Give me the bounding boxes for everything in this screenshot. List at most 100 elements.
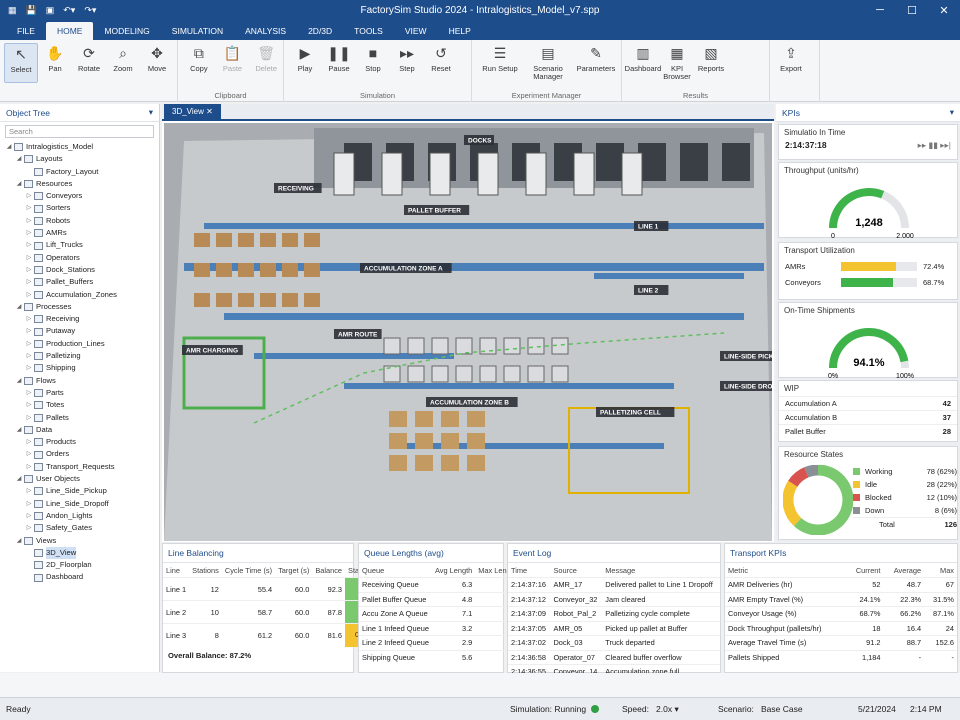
open-icon[interactable]: ▣ [46,5,55,16]
conveyor[interactable] [224,313,744,320]
truck[interactable] [429,152,451,196]
pane-menu-icon[interactable]: ▾ [950,107,954,118]
chevron-down-icon[interactable]: ◢ [14,301,24,313]
column-header[interactable]: Source [550,563,602,578]
table-row[interactable]: Average Travel Time (s) 91.2 88.7 152.6 [725,635,957,650]
column-header[interactable]: Message [602,563,720,578]
pallet[interactable] [194,233,210,247]
dock-door[interactable] [722,143,750,181]
column-header[interactable]: Time [508,563,550,578]
chevron-right-icon[interactable]: ▷ [24,264,34,276]
dock-door[interactable] [680,143,708,181]
table-row[interactable]: AMR Empty Travel (%) 24.1% 22.3% 31.5% [725,591,957,607]
pallet[interactable] [441,411,459,427]
tree-node[interactable]: ▷ Parts [0,387,159,399]
chevron-right-icon[interactable]: ▷ [24,338,34,350]
scenario-manager-button[interactable]: ▤ Scenario Manager [524,43,572,81]
chevron-right-icon[interactable]: ▷ [24,202,34,214]
menu-file[interactable]: FILE [6,22,46,40]
tree-node[interactable]: ▷ Totes [0,399,159,411]
menu-tools[interactable]: TOOLS [343,22,394,40]
pallet[interactable] [238,293,254,307]
tree-node[interactable]: ▷ Shipping [0,362,159,374]
tree-node[interactable]: ▷ Dock_Stations [0,264,159,276]
pallet[interactable] [260,293,276,307]
truck[interactable] [525,152,547,196]
table-row[interactable]: 2:14:37:12 Conveyor_32 Jam cleared [508,591,720,607]
3d-scene[interactable]: DOCKS RECEIVING PALLET BUFFER LINE 1 ACCUMUL… [164,123,772,541]
chevron-right-icon[interactable]: ▷ [24,498,34,510]
column-header[interactable]: Metric [725,563,846,578]
table-row[interactable]: 2:14:36:58 Operator_07 Cleared buffer over… [508,649,720,665]
select-button[interactable]: ↖ Select [4,43,38,83]
menu-2d3d[interactable]: 2D/3D [297,22,343,40]
conveyor[interactable] [344,383,674,389]
tree-node[interactable]: ▷ Safety_Gates [0,522,159,534]
tree-node[interactable]: ◢ Data [0,424,159,436]
column-header[interactable]: Target (s) [275,563,312,578]
tree-node[interactable]: ◢ Layouts [0,153,159,165]
menu-help[interactable]: HELP [438,22,482,40]
delete-button[interactable]: 🗑 Delete [249,43,283,73]
tree-search-input[interactable]: Search [5,125,154,138]
tree-node[interactable]: Dashboard [0,571,159,583]
parameters-button[interactable]: ✎ Parameters [572,43,620,73]
accumulation-station[interactable] [527,337,545,355]
chevron-right-icon[interactable]: ▷ [24,362,34,374]
column-header[interactable]: Balance [312,563,345,578]
tree-node[interactable]: ▷ Robots [0,215,159,227]
table-row[interactable]: AMR Deliveries (hr) 52 48.7 67 [725,577,957,592]
table-row[interactable]: Receiving Queue6.318 [359,577,520,592]
pallet[interactable] [238,263,254,277]
menu-view[interactable]: VIEW [394,22,438,40]
pallet[interactable] [389,411,407,427]
pallet[interactable] [467,411,485,427]
chevron-right-icon[interactable]: ▷ [24,510,34,522]
accumulation-station[interactable] [407,365,425,383]
chevron-right-icon[interactable]: ▷ [24,313,34,325]
kpi-browser-button[interactable]: ▦ KPI Browser [660,43,694,81]
pallet[interactable] [238,233,254,247]
accumulation-station[interactable] [455,337,473,355]
copy-button[interactable]: ⧉ Copy [182,43,216,73]
tree-node[interactable]: Factory_Layout [0,166,159,178]
pallet[interactable] [441,433,459,449]
table-row[interactable]: Conveyor Usage (%) 68.7% 66.2% 87.1% [725,606,957,621]
step-button[interactable]: ▸▸ Step [390,43,424,73]
truck[interactable] [381,152,403,196]
accumulation-station[interactable] [383,365,401,383]
pallet[interactable] [415,455,433,471]
rotate-button[interactable]: ⟳ Rotate [72,43,106,73]
accumulation-station[interactable] [479,365,497,383]
chevron-right-icon[interactable]: ▷ [24,522,34,534]
chevron-right-icon[interactable]: ▷ [24,215,34,227]
truck[interactable] [621,152,643,196]
tree-node[interactable]: 3D_View [0,546,159,560]
pallet[interactable] [260,263,276,277]
chevron-down-icon[interactable]: ◢ [14,424,24,436]
column-header[interactable]: Current [846,563,883,578]
chevron-right-icon[interactable]: ▷ [24,276,34,288]
close-icon[interactable]: ✕ [928,0,960,20]
pallet[interactable] [216,263,232,277]
pallet[interactable] [260,233,276,247]
run-setup-button[interactable]: ☰ Run Setup [476,43,524,73]
tree-node[interactable]: ◢ Processes [0,301,159,313]
redo-icon[interactable]: ↷▾ [84,5,96,16]
tree-node[interactable]: ▷ Operators [0,252,159,264]
pallet[interactable] [194,263,210,277]
column-header[interactable]: Line [163,563,189,578]
tree-node[interactable]: ▷ Transport_Requests [0,461,159,473]
chevron-right-icon[interactable]: ▷ [24,461,34,473]
export-button[interactable]: ⇪ Export [774,43,808,73]
tree-node[interactable]: ▷ Sorters [0,202,159,214]
column-header[interactable]: Avg Length [432,563,475,578]
pallet[interactable] [216,233,232,247]
chevron-down-icon[interactable]: ◢ [14,473,24,485]
menu-modeling[interactable]: MODELING [93,22,160,40]
pallet[interactable] [467,433,485,449]
chevron-right-icon[interactable]: ▷ [24,485,34,497]
table-row[interactable]: Line 2 Infeed Queue2.98 [359,635,520,650]
chevron-right-icon[interactable]: ▷ [24,350,34,362]
tree-node[interactable]: ▷ Production_Lines [0,338,159,350]
